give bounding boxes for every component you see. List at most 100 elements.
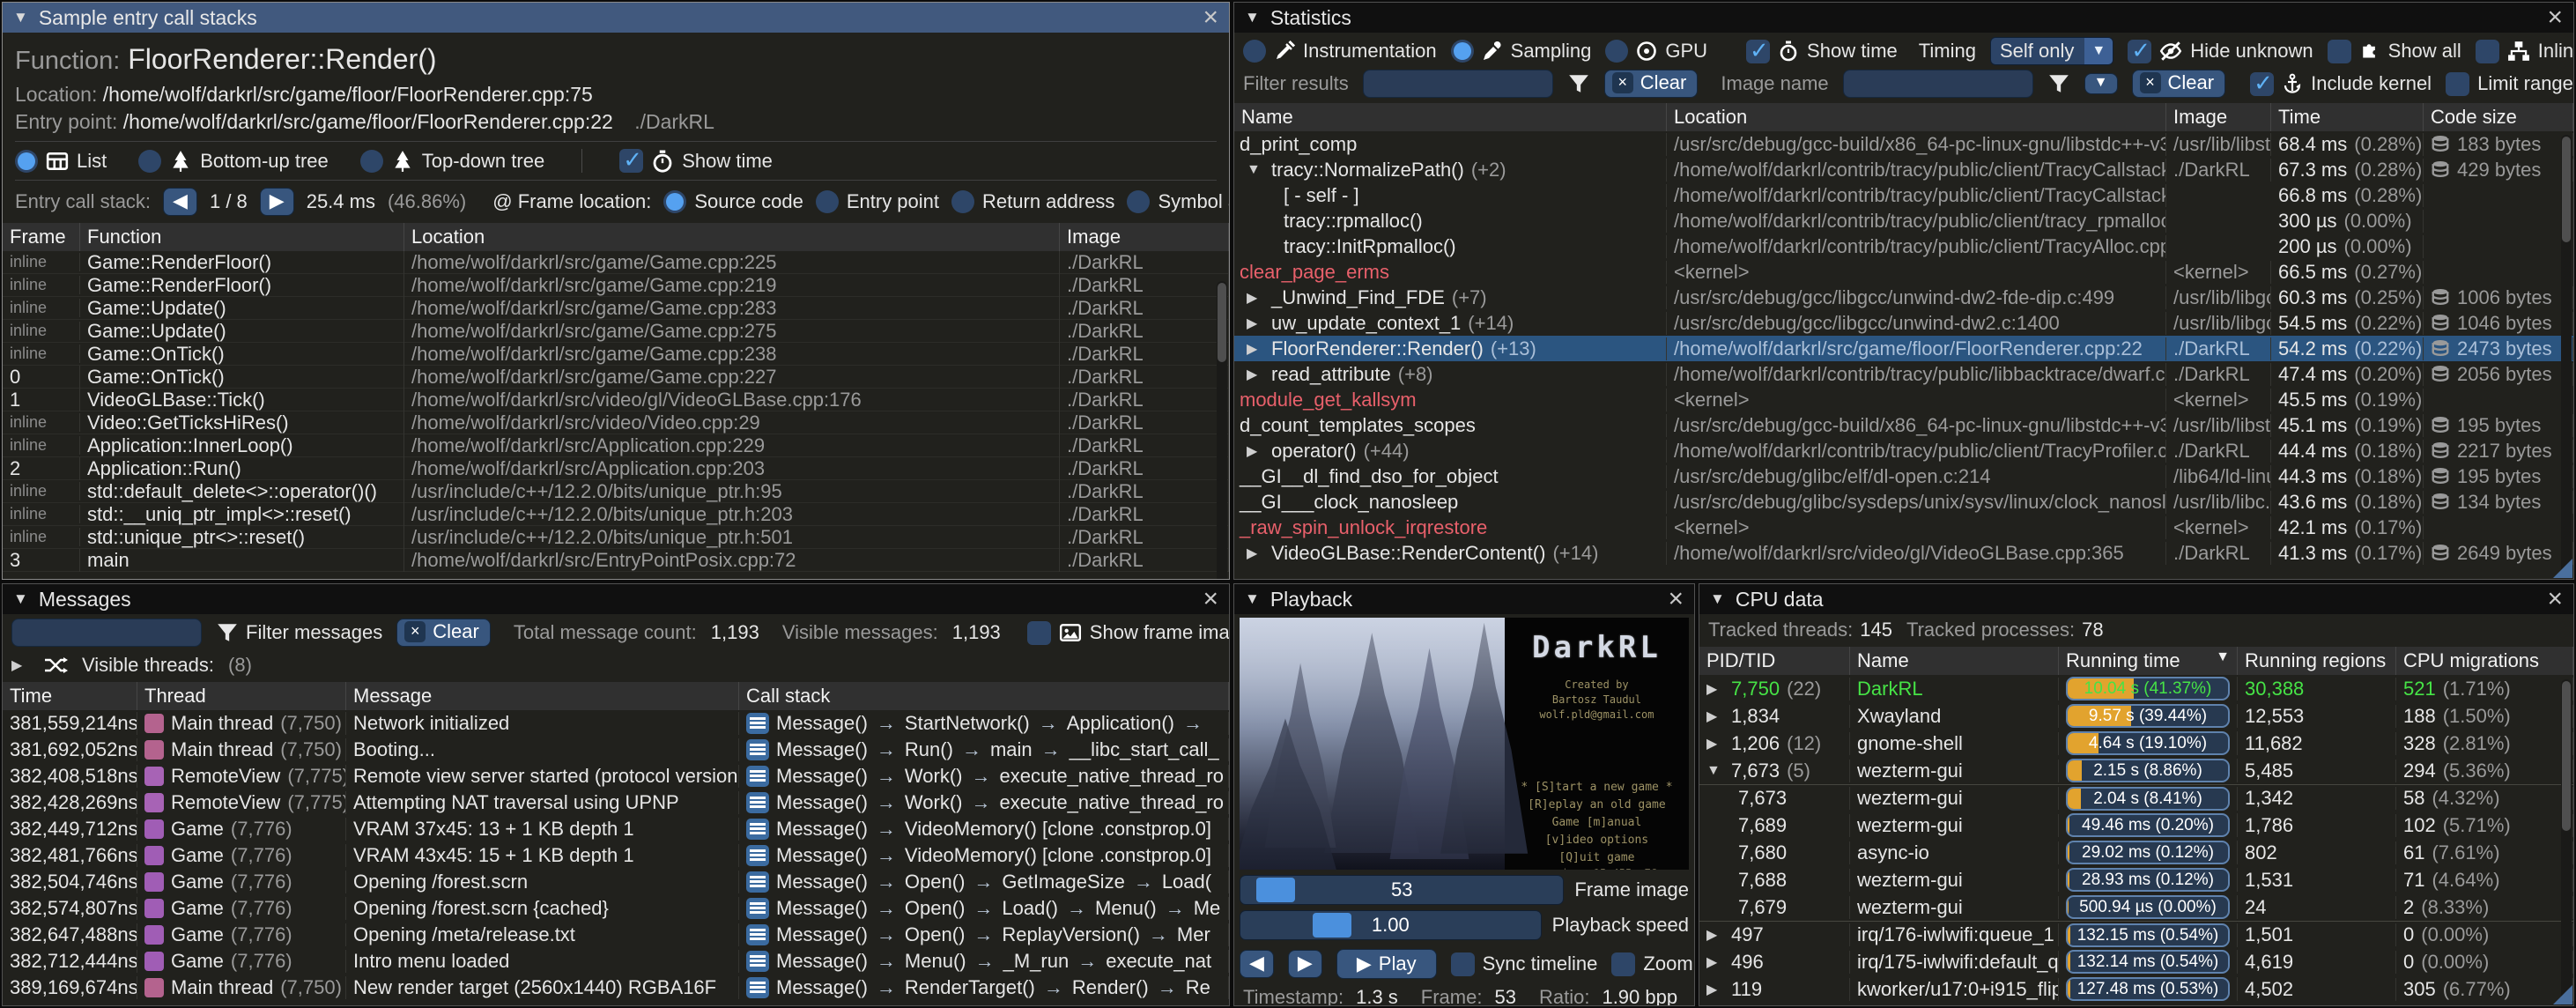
table-row[interactable]: [ - self - ]/home/wolf/darkrl/contrib/tr… — [1234, 182, 2573, 208]
table-row[interactable]: ▼tracy::NormalizePath()(+2)/home/wolf/da… — [1234, 157, 2573, 182]
frame-image-slider[interactable]: 53 — [1240, 875, 1564, 905]
table-row[interactable]: 7,673wezterm-gui2.04 s (8.41%)1,34258(4.… — [1699, 784, 2573, 812]
table-row[interactable]: 7,688wezterm-gui28.93 ms (0.12%)1,53171(… — [1699, 866, 2573, 893]
table-row[interactable]: ▶119kworker/u17:0+i915_flip127.48 ms (0.… — [1699, 975, 2573, 1003]
table-row[interactable]: ▶VideoGLBase::RenderContent()(+14)/home/… — [1234, 540, 2573, 566]
table-row[interactable]: d_count_templates_scopes/usr/src/debug/g… — [1234, 412, 2573, 438]
table-row[interactable]: 382,408,518nsRemoteView(7,775)Remote vie… — [3, 763, 1229, 789]
table-row[interactable]: ▶497irq/176-iwlwifi:queue_1132.15 ms (0.… — [1699, 921, 2573, 948]
stats-table-header[interactable]: NameLocationImageTimeCode size — [1234, 103, 2573, 131]
playback-titlebar[interactable]: ▼ Playback × — [1234, 584, 1694, 614]
prev-frame-button[interactable]: ◀ — [1240, 950, 1274, 978]
table-row[interactable]: 7,680async-io29.02 ms (0.12%)80261(7.61%… — [1699, 839, 2573, 866]
table-row[interactable]: inlineVideo::GetTicksHiRes()/home/wolf/d… — [3, 411, 1229, 434]
table-row[interactable]: 381,692,052nsMain thread(7,750)Booting..… — [3, 737, 1229, 763]
table-row[interactable]: 3main/home/wolf/darkrl/src/EntryPointPos… — [3, 549, 1229, 572]
clear-messages-button[interactable]: ×Clear — [396, 619, 491, 647]
radio-return-address[interactable]: Return address — [951, 190, 1114, 213]
table-row[interactable]: inlineGame::OnTick()/home/wolf/darkrl/sr… — [3, 343, 1229, 366]
stats-scrollbar[interactable] — [2561, 135, 2572, 575]
table-row[interactable]: tracy::InitRpmalloc()/home/wolf/darkrl/c… — [1234, 233, 2573, 259]
sort-desc-icon[interactable]: ▼ — [2216, 649, 2230, 672]
call-stack-icon[interactable] — [746, 766, 769, 787]
call-stack-icon[interactable] — [746, 845, 769, 866]
sample-scrollbar[interactable] — [1217, 281, 1227, 579]
table-row[interactable]: ▶_Unwind_Find_FDE(+7)/usr/src/debug/gcc/… — [1234, 285, 2573, 310]
call-stack-icon[interactable] — [746, 792, 769, 813]
table-row[interactable]: 382,647,488nsGame(7,776)Opening /meta/re… — [3, 922, 1229, 948]
next-frame-button[interactable]: ▶ — [1288, 950, 1322, 978]
checkbox-show-all[interactable]: Show all — [2328, 40, 2461, 63]
table-row[interactable]: 2Application::Run()/home/wolf/darkrl/src… — [3, 457, 1229, 480]
checkbox-hide-unknown[interactable]: Hide unknown — [2128, 40, 2313, 63]
table-row[interactable]: 389,169,674nsMain thread(7,750)New rende… — [3, 975, 1229, 1001]
call-stack-icon[interactable] — [746, 977, 769, 998]
radio-list[interactable]: List — [15, 150, 107, 173]
table-row[interactable]: __GI__dl_find_dso_for_object/usr/src/deb… — [1234, 463, 2573, 489]
table-row[interactable]: inlineGame::Update()/home/wolf/darkrl/sr… — [3, 297, 1229, 320]
radio-instrumentation[interactable]: Instrumentation — [1243, 40, 1437, 63]
expand-icon[interactable]: ▶ — [11, 656, 29, 674]
table-row[interactable]: ▶FloorRenderer::Render()(+13)/home/wolf/… — [1234, 336, 2573, 361]
table-row[interactable]: ▶7,750(22)DarkRL10.04 s (41.37%)30,38852… — [1699, 675, 2573, 702]
radio-symbol-address[interactable]: Symbol address — [1127, 190, 1229, 213]
next-call-stack-button[interactable]: ▶ — [260, 188, 294, 216]
checkbox-zoom-2x[interactable]: Zoom 2× — [1611, 952, 1694, 976]
table-row[interactable]: inlineGame::RenderFloor()/home/wolf/dark… — [3, 251, 1229, 274]
prev-call-stack-button[interactable]: ◀ — [163, 188, 197, 216]
table-row[interactable]: module_get_kallsym<kernel><kernel>45.5 m… — [1234, 387, 2573, 412]
visible-threads-row[interactable]: ▶ Visible threads: (8) — [3, 647, 1229, 677]
table-row[interactable]: inlineApplication::InnerLoop()/home/wolf… — [3, 434, 1229, 457]
table-row[interactable]: inlinestd::__uniq_ptr_impl<>::reset()/us… — [3, 503, 1229, 526]
messages-titlebar[interactable]: ▼ Messages × — [3, 584, 1229, 614]
messages-table-header[interactable]: TimeThreadMessageCall stack — [3, 682, 1229, 710]
table-row[interactable]: 382,449,712nsGame(7,776)VRAM 37x45: 13 +… — [3, 816, 1229, 842]
call-stack-icon[interactable] — [746, 713, 769, 734]
table-row[interactable]: ▶1,206(12)gnome-shell4.64 s (19.10%)11,6… — [1699, 730, 2573, 757]
table-row[interactable]: ▶uw_update_context_1(+14)/usr/src/debug/… — [1234, 310, 2573, 336]
table-row[interactable]: 7,679wezterm-gui500.94 µs (0.00%)242(8.3… — [1699, 893, 2573, 921]
table-row[interactable]: 381,559,214nsMain thread(7,750)Network i… — [3, 710, 1229, 737]
call-stack-icon[interactable] — [746, 951, 769, 972]
table-row[interactable]: ▶496irq/175-iwlwifi:default_qu132.14 ms … — [1699, 948, 2573, 975]
close-icon[interactable]: × — [1203, 588, 1218, 611]
call-stack-icon[interactable] — [746, 739, 769, 760]
message-filter-input[interactable] — [11, 619, 202, 647]
table-row[interactable]: _raw_spin_unlock_irqrestore<kernel><kern… — [1234, 515, 2573, 540]
radio-gpu[interactable]: GPU — [1605, 40, 1707, 63]
close-icon[interactable]: × — [1203, 6, 1218, 29]
table-row[interactable]: 382,504,746nsGame(7,776)Opening /forest.… — [3, 869, 1229, 895]
table-row[interactable]: inlinestd::default_delete<>::operator()(… — [3, 480, 1229, 503]
playback-speed-slider[interactable]: 1.00 — [1240, 910, 1542, 940]
radio-sampling[interactable]: Sampling — [1451, 40, 1592, 63]
collapse-icon[interactable]: ▼ — [1245, 9, 1260, 26]
table-row[interactable]: inlinestd::unique_ptr<>::reset()/usr/inc… — [3, 526, 1229, 549]
table-row[interactable]: 1VideoGLBase::Tick()/home/wolf/darkrl/sr… — [3, 389, 1229, 411]
timing-dropdown[interactable]: Self only ▼ — [1990, 37, 2113, 65]
checkbox-include-kernel[interactable]: Include kernel — [2250, 72, 2432, 96]
radio-entry-point[interactable]: Entry point — [816, 190, 939, 213]
cpu-table-header[interactable]: PID/TID Name Running time▼ Running regio… — [1699, 647, 2573, 675]
resize-grip[interactable] — [2553, 985, 2572, 1004]
collapse-icon[interactable]: ▼ — [13, 9, 28, 26]
image-filter-dropdown-button[interactable]: ▼ — [2084, 73, 2118, 94]
clear-filter-button[interactable]: ×Clear — [1604, 70, 1699, 98]
close-icon[interactable]: × — [2547, 588, 2563, 611]
table-row[interactable]: 0Game::OnTick()/home/wolf/darkrl/src/gam… — [3, 366, 1229, 389]
table-row[interactable]: 7,689wezterm-gui49.46 ms (0.20%)1,786102… — [1699, 812, 2573, 839]
table-row[interactable]: ▶operator()(+44)/home/wolf/darkrl/contri… — [1234, 438, 2573, 463]
close-icon[interactable]: × — [1668, 588, 1684, 611]
filter-results-input[interactable] — [1363, 70, 1553, 98]
cpu-scrollbar[interactable] — [2561, 679, 2572, 1005]
call-stack-icon[interactable] — [746, 898, 769, 919]
table-row[interactable]: 382,481,766nsGame(7,776)VRAM 43x45: 15 +… — [3, 842, 1229, 869]
table-row[interactable]: inlineGame::RenderFloor()/home/wolf/dark… — [3, 274, 1229, 297]
cpu-data-titlebar[interactable]: ▼ CPU data × — [1699, 584, 2573, 614]
clear-image-filter-button[interactable]: ×Clear — [2132, 70, 2226, 98]
funnel-icon[interactable] — [2047, 72, 2070, 95]
table-row[interactable]: 382,712,444nsGame(7,776)Intro menu loade… — [3, 948, 1229, 975]
table-row[interactable]: ▶1,834Xwayland9.57 s (39.44%)12,553188(1… — [1699, 702, 2573, 730]
sample-table-header[interactable]: FrameFunctionLocationImage — [3, 223, 1229, 251]
table-row[interactable]: ▶read_attribute(+8)/home/wolf/darkrl/con… — [1234, 361, 2573, 387]
table-row[interactable]: 382,428,269nsRemoteView(7,775)Attempting… — [3, 789, 1229, 816]
